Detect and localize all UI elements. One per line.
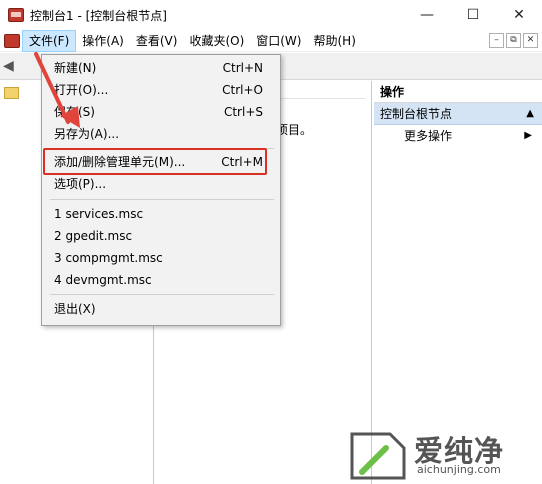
file-menu-exit-label: 退出(X) (54, 302, 96, 316)
menu-separator (50, 199, 274, 200)
menu-separator (50, 294, 274, 295)
file-menu-options-label: 选项(P)... (54, 177, 107, 191)
mdi-document-icon[interactable] (4, 33, 20, 48)
file-menu-options[interactable]: 选项(P)... (43, 173, 279, 195)
recent-file-label: 4 devmgmt.msc (54, 273, 152, 287)
file-menu-new-label: 新建(N) (54, 61, 97, 75)
file-menu-save-shortcut: Ctrl+S (223, 105, 263, 119)
file-menu-open-shortcut: Ctrl+O (222, 83, 263, 97)
file-menu-recent-2[interactable]: 2 gpedit.msc (43, 225, 279, 247)
minimize-button[interactable]: — (404, 0, 450, 30)
file-menu-save[interactable]: 保存(S) Ctrl+S (43, 101, 279, 123)
file-menu-recent-4[interactable]: 4 devmgmt.msc (43, 269, 279, 291)
menu-view[interactable]: 查看(V) (130, 30, 184, 52)
menu-file[interactable]: 文件(F) (22, 29, 77, 52)
recent-file-label: 2 gpedit.msc (54, 229, 133, 243)
more-actions-item[interactable]: 更多操作 ▶ (374, 125, 542, 147)
folder-icon[interactable] (4, 87, 19, 99)
title-bar: 控制台1 - [控制台根节点] — ☐ ✕ (0, 0, 542, 30)
mmc-app-icon[interactable] (8, 8, 24, 22)
watermark-logo-icon (350, 432, 406, 480)
file-menu-recent-1[interactable]: 1 services.msc (43, 203, 279, 225)
file-menu-save-as-label: 另存为(A)... (54, 127, 120, 141)
file-menu-dropdown: 新建(N) Ctrl+N 打开(O)... Ctrl+O 保存(S) Ctrl+… (41, 54, 281, 326)
file-menu-exit[interactable]: 退出(X) (43, 298, 279, 320)
mdi-restore-button[interactable]: ⧉ (506, 33, 521, 48)
mdi-controls: – ⧉ ✕ (489, 33, 538, 48)
recent-file-label: 3 compmgmt.msc (54, 251, 163, 265)
file-menu-recent-3[interactable]: 3 compmgmt.msc (43, 247, 279, 269)
menu-favorites[interactable]: 收藏夹(O) (183, 30, 250, 52)
mdi-minimize-button[interactable]: – (489, 33, 504, 48)
file-menu-open-label: 打开(O)... (54, 83, 109, 97)
actions-section-root[interactable]: 控制台根节点 ▲ (374, 103, 542, 125)
file-menu-new[interactable]: 新建(N) Ctrl+N (43, 57, 279, 79)
details-text: 项目。 (276, 123, 313, 137)
menu-help[interactable]: 帮助(H) (307, 30, 361, 52)
submenu-arrow-icon: ▶ (524, 130, 532, 141)
back-arrow-icon[interactable]: ◀ (3, 58, 14, 74)
watermark-subtext: aichunjing.com (417, 463, 501, 476)
file-menu-new-shortcut: Ctrl+N (222, 61, 263, 75)
recent-file-label: 1 services.msc (54, 207, 144, 221)
collapse-triangle-icon[interactable]: ▲ (526, 103, 534, 125)
file-menu-save-as[interactable]: 另存为(A)... (43, 123, 279, 145)
mdi-close-button[interactable]: ✕ (523, 33, 538, 48)
menu-action[interactable]: 操作(A) (76, 30, 130, 52)
menu-window[interactable]: 窗口(W) (250, 30, 307, 52)
highlight-annotation-box (43, 148, 267, 175)
file-menu-open[interactable]: 打开(O)... Ctrl+O (43, 79, 279, 101)
more-actions-label: 更多操作 (404, 129, 453, 143)
window-controls: — ☐ ✕ (404, 0, 542, 30)
menu-bar: 文件(F) 操作(A) 查看(V) 收藏夹(O) 窗口(W) 帮助(H) – ⧉… (0, 29, 542, 52)
close-button[interactable]: ✕ (496, 0, 542, 30)
window-title: 控制台1 - [控制台根节点] (30, 8, 167, 23)
maximize-button[interactable]: ☐ (450, 0, 496, 30)
actions-pane: 操作 控制台根节点 ▲ 更多操作 ▶ (374, 81, 542, 484)
actions-header: 操作 (374, 81, 542, 103)
actions-section-label: 控制台根节点 (380, 107, 453, 121)
file-menu-save-label: 保存(S) (54, 105, 95, 119)
